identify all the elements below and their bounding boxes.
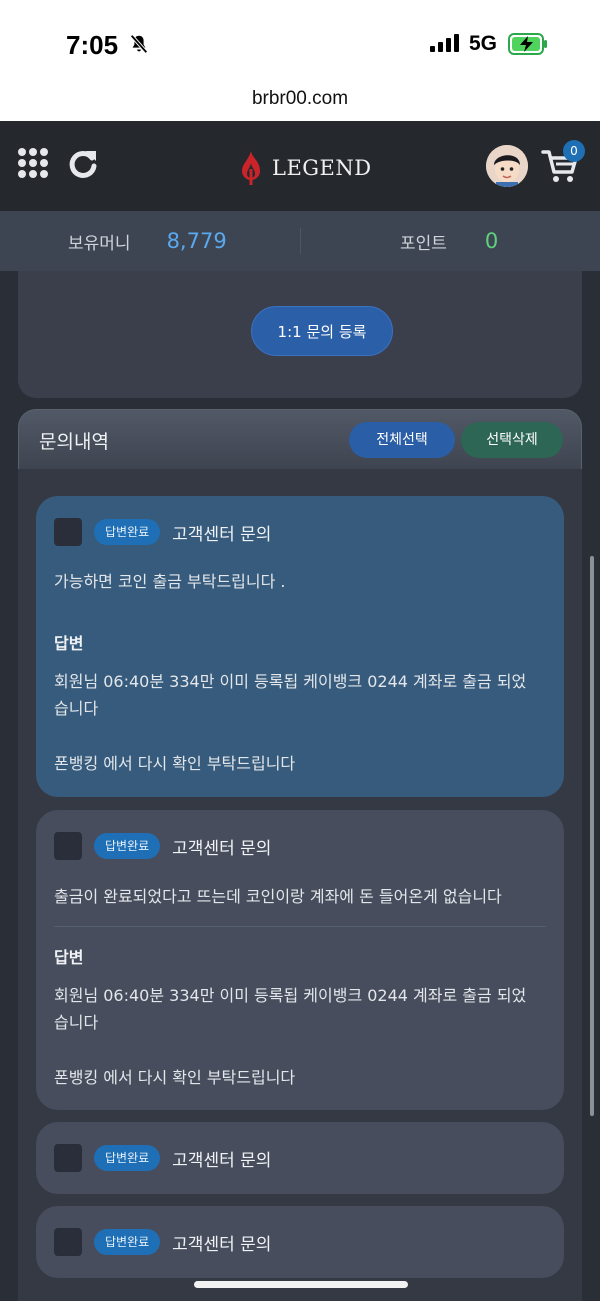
inquiry-item-header: 답변완료 고객센터 문의 (54, 518, 271, 546)
delete-selected-button[interactable]: 선택삭제 (461, 422, 563, 458)
logo-flame-icon (242, 151, 260, 185)
question-answer-divider (54, 926, 546, 927)
answer-text-line3: 폰뱅킹 에서 다시 확인 부탁드립니다 (54, 754, 296, 773)
inquiry-item[interactable]: 답변완료 고객센터 문의 출금이 완료되었다고 뜨는데 코인이랑 계좌에 돈 들… (36, 810, 564, 1110)
inquiry-register-card: 1:1 문의 등록 (18, 271, 582, 398)
refresh-icon[interactable] (66, 147, 100, 181)
answer-text-line1: 회원님 06:40분 334만 이미 등록됩 케이뱅크 0244 계좌로 출금 … (54, 986, 527, 1005)
scrollbar[interactable] (590, 556, 594, 1116)
select-all-button[interactable]: 전체선택 (349, 422, 455, 458)
inquiry-list-header: 문의내역 전체선택 선택삭제 (18, 409, 582, 469)
point-label: 포인트 (400, 233, 447, 254)
answer-text-line2: 습니다 (54, 1013, 99, 1032)
money-value: 8,779 (166, 229, 227, 253)
balance-divider (300, 228, 301, 254)
logo-text: LEGEND (272, 156, 372, 180)
home-indicator[interactable] (194, 1281, 408, 1288)
money-label: 보유머니 (68, 233, 131, 254)
url-text: brbr00.com (251, 88, 349, 109)
status-badge: 답변완료 (94, 833, 161, 859)
answer-label: 답변 (54, 634, 84, 653)
status-time: 7:05 (66, 30, 119, 60)
inquiry-title: 고객센터 문의 (172, 524, 272, 545)
point-value: 0 (484, 229, 499, 253)
user-avatar[interactable] (486, 145, 528, 187)
ios-status-bar: 7:05 5G (0, 0, 600, 88)
status-badge: 답변완료 (94, 519, 161, 545)
answer-text-line3: 폰뱅킹 에서 다시 확인 부탁드립니다 (54, 1068, 296, 1087)
inquiry-checkbox[interactable] (54, 1228, 82, 1256)
inquiry-item[interactable]: 답변완료 고객센터 문의 (36, 1206, 564, 1278)
inquiry-question: 출금이 완료되었다고 뜨는데 코인이랑 계좌에 돈 들어온게 없습니다 (54, 887, 502, 906)
inquiry-item[interactable]: 답변완료 고객센터 문의 (36, 1122, 564, 1194)
inquiry-title: 고객센터 문의 (172, 1234, 272, 1255)
inquiry-checkbox[interactable] (54, 832, 82, 860)
register-inquiry-button[interactable]: 1:1 문의 등록 (251, 306, 393, 356)
inquiry-item-header: 답변완료 고객센터 문의 (54, 1228, 271, 1256)
inquiry-item-header: 답변완료 고객센터 문의 (54, 832, 271, 860)
inquiry-checkbox[interactable] (54, 1144, 82, 1172)
inquiry-title: 고객센터 문의 (172, 838, 272, 859)
answer-text-line1: 회원님 06:40분 334만 이미 등록됩 케이뱅크 0244 계좌로 출금 … (54, 672, 527, 691)
inquiry-item[interactable]: 답변완료 고객센터 문의 가능하면 코인 출금 부탁드립니다 . 답변 회원님 … (36, 496, 564, 797)
status-badge: 답변완료 (94, 1229, 161, 1255)
status-badge: 답변완료 (94, 1145, 161, 1171)
brand-logo[interactable]: LEGEND (238, 148, 372, 188)
inquiry-question: 가능하면 코인 출금 부탁드립니다 . (54, 572, 286, 591)
main-content[interactable]: 1:1 문의 등록 문의내역 전체선택 선택삭제 답변완료 고객센터 문의 가능… (0, 271, 600, 1301)
menu-grid-icon[interactable] (18, 148, 48, 178)
network-type: 5G (469, 32, 498, 55)
url-bar[interactable]: brbr00.com (0, 88, 600, 121)
point-balance: 포인트 0 (400, 211, 498, 271)
cart-count-badge: 0 (563, 140, 585, 162)
battery-charging-icon (508, 33, 547, 55)
answer-text-line2: 습니다 (54, 699, 99, 718)
inquiry-title: 고객센터 문의 (172, 1150, 272, 1171)
answer-label: 답변 (54, 948, 84, 967)
inquiry-item-header: 답변완료 고객센터 문의 (54, 1144, 271, 1172)
inquiry-list-title: 문의내역 (39, 431, 109, 453)
inquiry-checkbox[interactable] (54, 518, 82, 546)
money-balance: 보유머니 8,779 (68, 211, 227, 271)
cellular-signal-icon (430, 34, 459, 52)
bell-off-icon (130, 34, 148, 54)
